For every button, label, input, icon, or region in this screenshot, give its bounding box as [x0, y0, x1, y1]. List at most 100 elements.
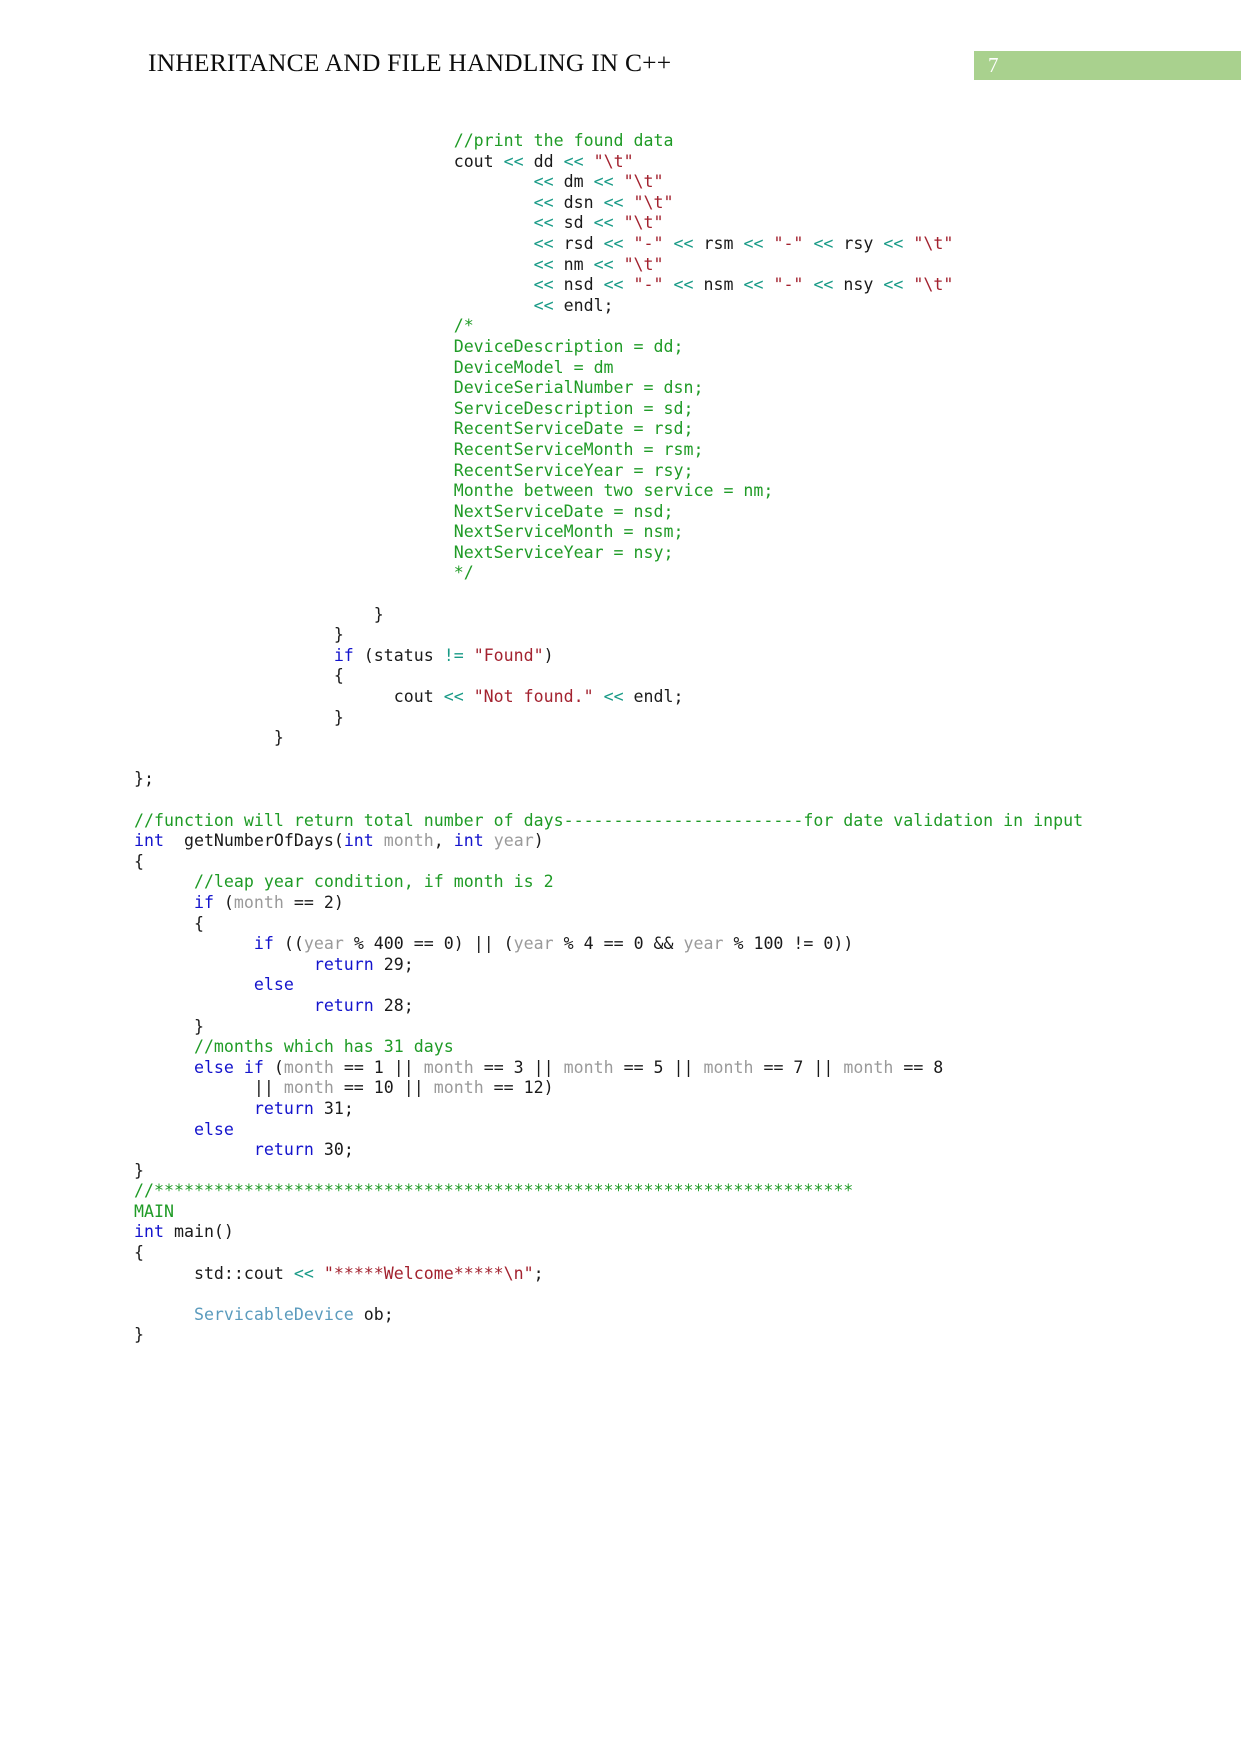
code-token: == 12) [483, 1078, 554, 1098]
code-token: "Not found." [473, 687, 594, 707]
code-line: RecentServiceYear = rsy; [134, 461, 1134, 482]
code-token: else [193, 1057, 234, 1077]
code-token: //**************************************… [134, 1181, 854, 1201]
code-line: else if (month == 1 || month == 3 || mon… [134, 1058, 1134, 1079]
code-token: nsm [693, 275, 744, 295]
code-line: << nm << "\t" [134, 255, 1134, 276]
code-token: year [493, 831, 534, 851]
code-line: //months which has 31 days [134, 1037, 1134, 1058]
code-line: std::cout << "*****Welcome*****\n"; [134, 1264, 1134, 1285]
code-line: ServiceDescription = sd; [134, 399, 1134, 420]
code-token: month [233, 892, 284, 912]
code-token: ServicableDevice [193, 1304, 354, 1324]
code-line: << rsd << "-" << rsm << "-" << rsy << "\… [134, 234, 1134, 255]
code-token: == 10 || [333, 1078, 434, 1098]
code-line: //print the found data [134, 131, 1134, 152]
code-token: else [193, 1119, 234, 1139]
code-token: (status [353, 645, 444, 665]
code-line: { [134, 666, 1134, 687]
code-token: "*****Welcome*****\n" [323, 1263, 534, 1283]
code-token: //print the found data [453, 131, 674, 150]
code-line: //function will return total number of d… [134, 811, 1134, 832]
code-token: << [603, 687, 624, 707]
code-token: } [373, 604, 384, 624]
code-line: MAIN [134, 1202, 1134, 1223]
code-token: year [513, 934, 554, 954]
code-token: 28; [373, 995, 414, 1015]
code-token: == 5 || [613, 1057, 704, 1077]
code-token: endl; [553, 295, 614, 315]
code-line: } [134, 708, 1134, 729]
code-line: { [134, 852, 1134, 873]
page-title: INHERITANCE AND FILE HANDLING IN C++ [148, 48, 672, 77]
code-token: int [134, 1222, 164, 1242]
code-token: /* [453, 316, 474, 336]
code-token: "\t" [623, 213, 664, 233]
code-token: << [503, 151, 524, 171]
code-token: RecentServiceDate = rsd; [453, 419, 694, 439]
code-token: year [303, 934, 344, 954]
code-token: int [453, 831, 484, 851]
code-line: int main() [134, 1222, 1134, 1243]
code-token: cout [393, 687, 444, 707]
code-token: { [333, 666, 344, 686]
code-token: << [593, 213, 614, 233]
code-token: == 3 || [473, 1057, 564, 1077]
code-token: nsd [553, 275, 604, 295]
code-line: << endl; [134, 296, 1134, 317]
code-token: if [253, 934, 274, 954]
code-line: } [134, 1017, 1134, 1038]
page-number-badge: 7 [974, 51, 1241, 80]
code-token: "\t" [633, 192, 674, 212]
code-token: "-" [633, 275, 664, 295]
code-token: return [313, 995, 374, 1015]
page-header: INHERITANCE AND FILE HANDLING IN C++ 7 [0, 48, 1241, 82]
code-token: ) [533, 831, 544, 851]
code-token: NextServiceDate = nsd; [453, 501, 674, 521]
code-line: return 30; [134, 1140, 1134, 1161]
code-token: , [433, 831, 454, 851]
code-line: DeviceModel = dm [134, 358, 1134, 379]
code-token: rsm [693, 233, 744, 253]
code-token: else [253, 975, 294, 995]
code-line: << dm << "\t" [134, 172, 1134, 193]
code-token: month [703, 1057, 754, 1077]
code-token: << [533, 213, 554, 233]
code-line: if ((year % 400 == 0) || (year % 4 == 0 … [134, 934, 1134, 955]
code-token: endl; [623, 687, 684, 707]
code-line: //**************************************… [134, 1181, 1134, 1202]
code-token: std::cout [193, 1263, 294, 1283]
code-token: != [443, 645, 464, 665]
code-token: } [273, 728, 284, 748]
code-token: "-" [773, 233, 804, 253]
code-token: month [433, 1078, 484, 1098]
code-token: ob; [353, 1304, 394, 1324]
code-token: << [813, 275, 834, 295]
